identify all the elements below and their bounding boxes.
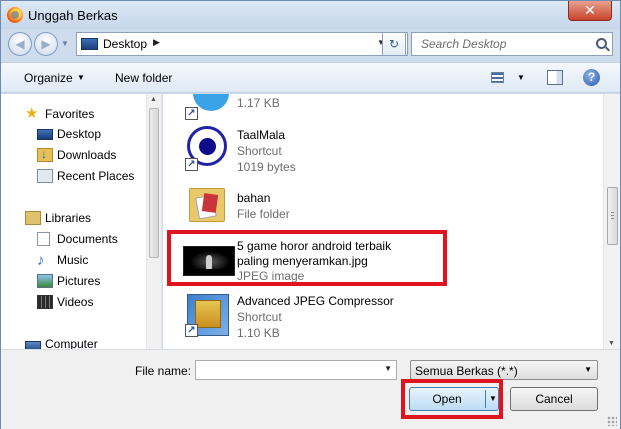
recent-places-icon xyxy=(37,169,53,183)
address-bar[interactable]: Desktop ▶ ▼ xyxy=(76,32,408,56)
file-type-dropdown-icon[interactable]: ▼ xyxy=(584,365,592,374)
star-icon: ★ xyxy=(25,105,39,122)
desktop-icon xyxy=(37,129,53,140)
cancel-button[interactable]: Cancel xyxy=(510,387,598,411)
recent-locations-dropdown[interactable]: ▼ xyxy=(61,39,69,48)
file-list: ↗ Shortcut 1.17 KB ↗ TaalMala Shortcut 1… xyxy=(163,94,620,349)
file-type-select[interactable]: Semua Berkas (*.*) ▼ xyxy=(410,360,598,380)
command-toolbar: Organize ▼ New folder ▼ ? xyxy=(1,62,620,93)
file-highlight-annotation xyxy=(167,230,447,286)
libraries-icon xyxy=(25,211,41,225)
scroll-down-icon[interactable]: ▼ xyxy=(608,340,615,347)
file-list-scroll-thumb[interactable] xyxy=(607,187,618,245)
window-title: Unggah Berkas xyxy=(28,8,118,23)
change-view-icon[interactable] xyxy=(491,72,504,83)
navigation-scroll-thumb[interactable] xyxy=(149,108,159,258)
search-icon[interactable] xyxy=(596,38,607,49)
file-name-dropdown-icon[interactable]: ▼ xyxy=(384,364,392,373)
organize-dropdown-icon[interactable]: ▼ xyxy=(77,73,85,82)
music-icon: ♪ xyxy=(37,252,45,269)
help-icon[interactable]: ? xyxy=(583,69,600,86)
forward-button[interactable]: ▶ xyxy=(34,32,58,56)
shortcut-arrow-icon: ↗ xyxy=(185,158,198,171)
navigation-pane: ★ Favorites Desktop Downloads Recent Pla… xyxy=(1,94,162,349)
title-bar: Unggah Berkas ✕ xyxy=(1,1,620,29)
open-button-highlight-annotation xyxy=(401,379,503,419)
file-type-value: Semua Berkas (*.*) xyxy=(415,364,518,378)
search-input[interactable]: Search Desktop xyxy=(411,32,613,56)
taalmala-icon: ↗ xyxy=(185,126,231,172)
app-shortcut-icon: ↗ xyxy=(185,94,231,127)
documents-icon xyxy=(37,232,50,246)
file-item-advanced-jpeg-compressor[interactable]: ↗ Advanced JPEG Compressor Shortcut 1.10… xyxy=(163,292,603,344)
firefox-icon xyxy=(7,7,23,23)
file-item-taalmala[interactable]: ↗ TaalMala Shortcut 1019 bytes xyxy=(163,126,603,178)
preview-pane-icon[interactable] xyxy=(547,70,563,85)
jpeg-compressor-icon: ↗ xyxy=(185,292,231,338)
shortcut-arrow-icon: ↗ xyxy=(185,107,198,120)
refresh-button[interactable]: ↻ xyxy=(382,32,406,56)
pictures-icon xyxy=(37,274,53,288)
shortcut-arrow-icon: ↗ xyxy=(185,324,198,337)
close-button[interactable]: ✕ xyxy=(568,1,612,21)
view-dropdown-icon[interactable]: ▼ xyxy=(517,73,525,82)
file-list-scrollbar[interactable]: ▼ xyxy=(603,94,620,349)
breadcrumb-chevron-icon[interactable]: ▶ xyxy=(153,37,160,48)
back-button[interactable]: ◀ xyxy=(8,32,32,56)
desktop-icon xyxy=(81,38,98,50)
navigation-scrollbar[interactable]: ▲ xyxy=(146,94,161,349)
organize-button[interactable]: Organize xyxy=(24,71,73,85)
file-name-label: File name: xyxy=(135,364,192,378)
navigation-bar: ◀ ▶ ▼ Desktop ▶ ▼ ↻ Search Desktop xyxy=(1,29,620,61)
file-upload-dialog: Unggah Berkas ✕ ◀ ▶ ▼ Desktop ▶ ▼ ↻ Sear… xyxy=(0,0,621,429)
folder-icon xyxy=(185,182,231,228)
downloads-icon xyxy=(37,147,53,162)
dialog-footer: File name: ▼ Semua Berkas (*.*) ▼ Open ▼… xyxy=(1,349,620,429)
search-placeholder: Search Desktop xyxy=(421,37,507,51)
new-folder-button[interactable]: New folder xyxy=(115,71,172,85)
videos-icon xyxy=(37,295,53,309)
computer-icon xyxy=(25,341,41,349)
scroll-up-icon[interactable]: ▲ xyxy=(150,96,157,103)
breadcrumb-desktop[interactable]: Desktop xyxy=(103,37,147,51)
file-name-input[interactable]: ▼ xyxy=(195,360,397,380)
file-item-bahan-folder[interactable]: bahan File folder xyxy=(163,182,603,234)
resize-grip-icon[interactable] xyxy=(607,416,617,426)
